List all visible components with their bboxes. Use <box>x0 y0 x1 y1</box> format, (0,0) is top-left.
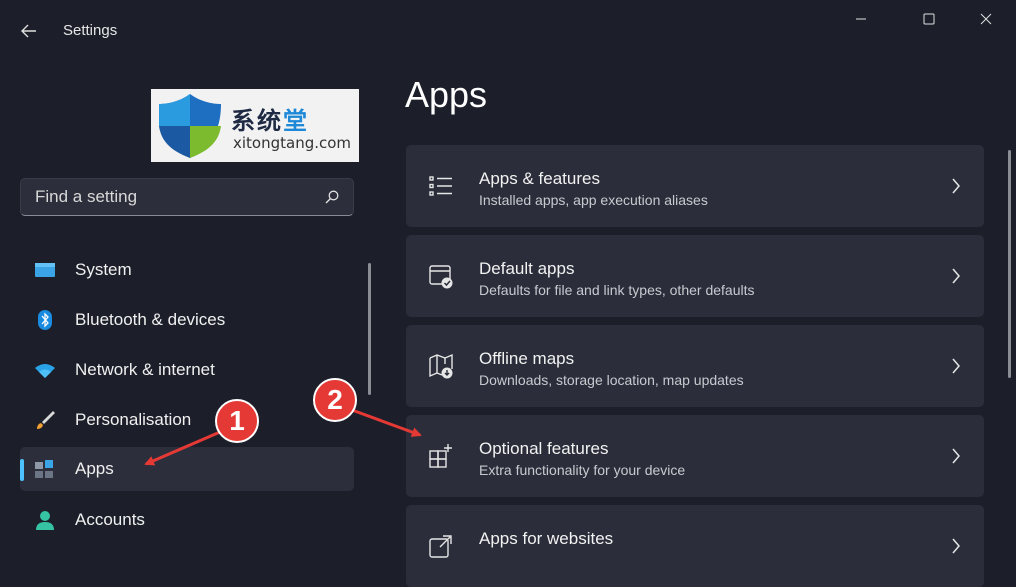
chevron-right-icon <box>952 178 960 194</box>
add-grid-icon <box>429 444 452 468</box>
chevron-right-icon <box>952 448 960 464</box>
back-arrow-icon <box>21 24 36 38</box>
default-apps-icon <box>429 265 453 289</box>
card-apps-for-websites[interactable]: Apps for websites <box>406 505 984 587</box>
search-icon[interactable] <box>325 190 339 204</box>
close-icon <box>980 13 992 25</box>
minimize-button[interactable] <box>838 6 884 32</box>
main-scrollbar[interactable] <box>1008 150 1011 378</box>
maximize-icon <box>923 13 935 25</box>
sidebar-item-label: Network & internet <box>75 360 215 379</box>
sidebar-scrollbar[interactable] <box>368 263 371 395</box>
annotation-badge-1: 1 <box>215 399 259 443</box>
xitongtang-logo: 系统堂 xitongtang.com <box>151 89 359 162</box>
selected-indicator <box>20 459 24 481</box>
sidebar-item-apps[interactable]: Apps <box>20 447 354 491</box>
sidebar-item-personalisation[interactable]: Personalisation <box>20 398 354 442</box>
card-subtitle: Downloads, storage location, map updates <box>479 372 744 388</box>
sidebar-item-accounts[interactable]: Accounts <box>20 498 354 542</box>
card-title: Apps for websites <box>479 529 614 548</box>
card-optional-features[interactable]: Optional features Extra functionality fo… <box>406 415 984 497</box>
logo-english-text: xitongtang.com <box>233 134 352 152</box>
search-input[interactable] <box>35 179 305 215</box>
annotation-badge-2: 2 <box>313 378 357 422</box>
card-subtitle: Defaults for file and link types, other … <box>479 282 755 298</box>
brush-icon <box>37 411 55 429</box>
shield-logo-icon <box>159 94 221 158</box>
card-apps-features[interactable]: Apps & features Installed apps, app exec… <box>406 145 984 227</box>
logo-chinese-text: 系统堂 <box>231 107 309 135</box>
map-icon <box>429 353 453 379</box>
bluetooth-icon <box>38 310 52 330</box>
list-icon <box>429 176 452 196</box>
minimize-icon <box>856 18 866 20</box>
open-external-icon <box>429 535 452 558</box>
monitor-icon <box>35 263 55 277</box>
card-title: Optional features <box>479 439 609 458</box>
sidebar-item-system[interactable]: System <box>20 248 354 292</box>
apps-icon <box>35 460 53 478</box>
sidebar-item-label: System <box>75 260 132 279</box>
search-box[interactable] <box>20 178 354 216</box>
chevron-right-icon <box>952 358 960 374</box>
card-offline-maps[interactable]: Offline maps Downloads, storage location… <box>406 325 984 407</box>
close-button[interactable] <box>963 6 1009 32</box>
window-title: Settings <box>63 22 118 39</box>
wifi-icon <box>35 364 55 378</box>
maximize-button[interactable] <box>906 6 952 32</box>
card-title: Offline maps <box>479 349 575 368</box>
card-title: Apps & features <box>479 169 600 188</box>
page-title: Apps <box>405 74 488 115</box>
sidebar-item-network[interactable]: Network & internet <box>20 348 354 392</box>
card-subtitle: Installed apps, app execution aliases <box>479 192 708 208</box>
sidebar-item-label: Apps <box>75 459 114 478</box>
person-icon <box>36 511 54 530</box>
card-title: Default apps <box>479 259 575 278</box>
sidebar-item-label: Accounts <box>75 510 145 529</box>
sidebar-item-label: Personalisation <box>75 410 192 429</box>
sidebar-item-bluetooth[interactable]: Bluetooth & devices <box>20 298 354 342</box>
chevron-right-icon <box>952 268 960 284</box>
card-default-apps[interactable]: Default apps Defaults for file and link … <box>406 235 984 317</box>
sidebar-item-label: Bluetooth & devices <box>75 310 226 329</box>
card-subtitle: Extra functionality for your device <box>479 462 686 478</box>
chevron-right-icon <box>952 538 960 554</box>
back-button[interactable] <box>12 15 46 47</box>
